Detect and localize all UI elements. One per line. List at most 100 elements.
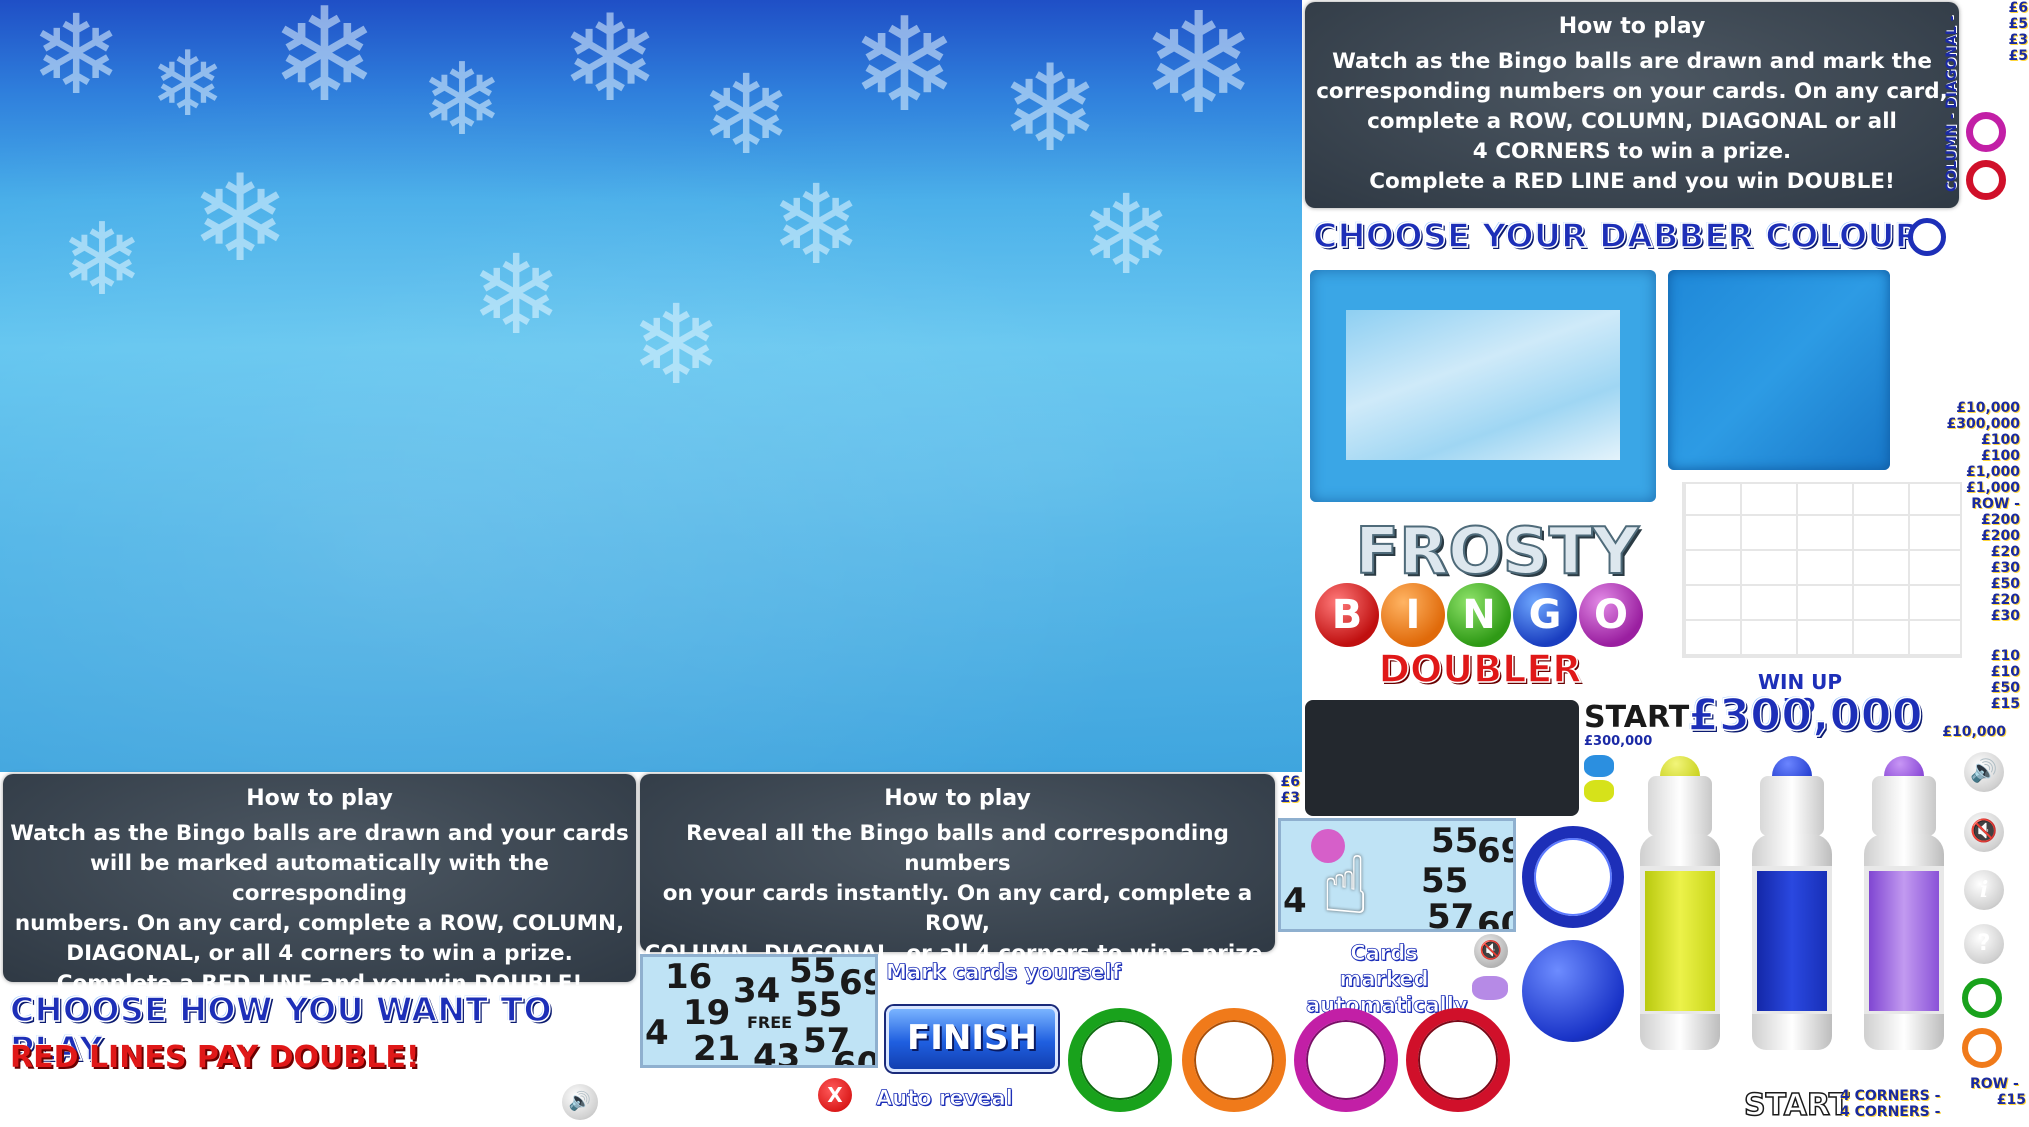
card-free: FREE — [747, 1013, 793, 1032]
red-ring-button[interactable] — [1406, 1008, 1510, 1112]
prize-label: £3 — [1280, 790, 1300, 806]
mark-cards-yourself-label[interactable]: Mark cards yourself — [886, 960, 1122, 985]
dabber-ring-icon — [1908, 218, 1946, 256]
dabber-body — [1864, 866, 1944, 1016]
prize-label: £10,000 — [1956, 400, 2020, 416]
prize-small: £10,000 — [1942, 724, 2006, 740]
empty-card-grid — [1682, 482, 1962, 658]
prize-label: £6 — [2008, 0, 2028, 16]
row-label: ROW - £15 — [1970, 1076, 2026, 1108]
prize-label: £5 — [2008, 16, 2028, 32]
corners-line: 4 CORNERS - — [1840, 1104, 1941, 1120]
mute-icon[interactable]: 🔇 — [1474, 934, 1508, 968]
vertical-label: DIAGONAL - — [1944, 15, 1960, 109]
row-label-line: £15 — [1996, 1092, 2026, 1108]
panel-text: Watch as the Bingo balls are drawn and m… — [1316, 49, 1948, 194]
dabber-blue[interactable] — [1752, 756, 1832, 1056]
bingo-ball-i: I — [1381, 583, 1445, 647]
yellow-dab-icon — [1584, 780, 1614, 802]
snowflake-icon: ❄ — [30, 0, 123, 119]
corners-line: 4 CORNERS - — [1840, 1088, 1941, 1104]
how-to-play-manual-panel: How to play Watch as the Bingo balls are… — [1305, 2, 1959, 208]
dabber-neck — [1872, 776, 1936, 836]
card-number: 19 — [683, 993, 731, 1033]
speaker-icon[interactable]: 🔊 — [1964, 752, 2004, 792]
prize-label: £100 — [1981, 432, 2020, 448]
snowflake-icon: ❄ — [420, 41, 504, 158]
dabber-body — [1640, 866, 1720, 1016]
help-icon[interactable]: ? — [1964, 924, 2004, 964]
blue-ring-button[interactable] — [1522, 826, 1624, 928]
card-number: 43 — [753, 1037, 801, 1068]
prize-label: £50 — [1990, 680, 2020, 696]
panel-title: How to play — [884, 786, 1031, 811]
blue-ball-button[interactable] — [1522, 940, 1624, 1042]
blue-frost-panel — [1668, 270, 1890, 470]
prize-label: £1,000 — [1965, 464, 2020, 480]
card-number: 57 — [1427, 897, 1475, 932]
orange-ring-button[interactable] — [1182, 1008, 1286, 1112]
snowflake-icon: ❄ — [700, 51, 793, 179]
snowflake-icon: ❄ — [630, 281, 723, 409]
dabber-foot — [1640, 1014, 1720, 1050]
frosty-background: ❄ ❄ ❄ ❄ ❄ ❄ ❄ ❄ ❄ ❄ ❄ ❄ ❄ ❄ ❄ — [0, 0, 1302, 772]
purple-dab-icon — [1472, 976, 1508, 1000]
row-label-line: ROW - — [1970, 1076, 2019, 1092]
speaker-icon[interactable]: 🔊 — [562, 1084, 598, 1120]
green-ring-button[interactable] — [1068, 1008, 1172, 1112]
card-number: 55 — [1431, 821, 1479, 861]
dabber-foot — [1752, 1014, 1832, 1050]
cards-marked-automatically-label[interactable]: Cards marked automatically — [1306, 940, 1468, 1018]
prize-label: £6 — [1280, 774, 1300, 790]
card-number: 69 — [839, 963, 875, 1003]
mute-icon[interactable]: 🔇 — [1964, 812, 2004, 852]
start-bottom-label[interactable]: START — [1743, 1087, 1850, 1124]
mark-yourself-card-preview: 16 19 34 55 69 21 FREE 55 4 43 57 60 — [640, 954, 878, 1068]
bingo-ball-g: G — [1513, 583, 1577, 647]
auto-reveal-label[interactable]: Auto reveal — [876, 1086, 1014, 1111]
win-amount: £300,000 — [1687, 689, 1924, 742]
sky-card — [1346, 310, 1620, 460]
choose-dabber-title: CHOOSE YOUR DABBER COLOUR — [1312, 215, 1921, 256]
dabber-neck — [1760, 776, 1824, 836]
red-lines-title: RED LINES PAY DOUBLE! — [10, 1040, 420, 1075]
logo-doubler: DOUBLER — [1378, 646, 1583, 692]
finish-button[interactable]: FINISH — [886, 1006, 1058, 1072]
dabber-purple[interactable] — [1864, 756, 1944, 1056]
snowflake-icon: ❄ — [850, 0, 959, 141]
hand-pointer-icon: ☝ — [1321, 839, 1370, 932]
snowflake-icon: ❄ — [770, 161, 863, 289]
how-to-play-reveal-panel: How to play Reveal all the Bingo balls a… — [640, 774, 1275, 996]
prize-label: £300,000 — [1946, 416, 2020, 432]
prize-label: £15 — [1990, 696, 2020, 712]
prize-label: £100 — [1981, 448, 2020, 464]
snowflake-icon: ❄ — [560, 0, 661, 129]
small-red-ring — [1966, 160, 2006, 200]
auto-mark-card-preview: 55 69 55 57 4 60 ☝ — [1278, 818, 1516, 932]
dabber-foot — [1864, 1014, 1944, 1050]
pink-ring-button[interactable] — [1294, 1008, 1398, 1112]
sky-card-frame — [1310, 270, 1656, 502]
prize-label: £10 — [1990, 648, 2020, 664]
blue-dab-icon — [1584, 755, 1614, 777]
panel-title: How to play — [246, 786, 393, 811]
bingo-ball-b: B — [1315, 583, 1379, 647]
frosty-bingo-logo: FROSTY B I N G O DOUBLER — [1315, 514, 1675, 695]
snowflake-icon: ❄ — [270, 0, 379, 131]
dabber-yellow[interactable] — [1640, 756, 1720, 1056]
card-number: 4 — [645, 1013, 669, 1053]
info-icon[interactable]: i — [1964, 870, 2004, 910]
dark-display-panel — [1305, 700, 1579, 816]
card-number: 60 — [833, 1045, 878, 1068]
start-label[interactable]: START — [1584, 700, 1689, 735]
dabber-neck — [1648, 776, 1712, 836]
snowflake-icon: ❄ — [470, 231, 563, 359]
snowflake-icon: ❄ — [150, 32, 226, 137]
card-number: 55 — [795, 985, 843, 1025]
panel-text: Watch as the Bingo balls are drawn and y… — [10, 821, 629, 996]
logo-frosty: FROSTY — [1354, 514, 1640, 590]
top-right-prizes: £6 £5 £3 £5 — [1998, 0, 2028, 64]
close-icon[interactable]: X — [818, 1078, 852, 1112]
dabber-body — [1752, 866, 1832, 1016]
bingo-ball-n: N — [1447, 583, 1511, 647]
